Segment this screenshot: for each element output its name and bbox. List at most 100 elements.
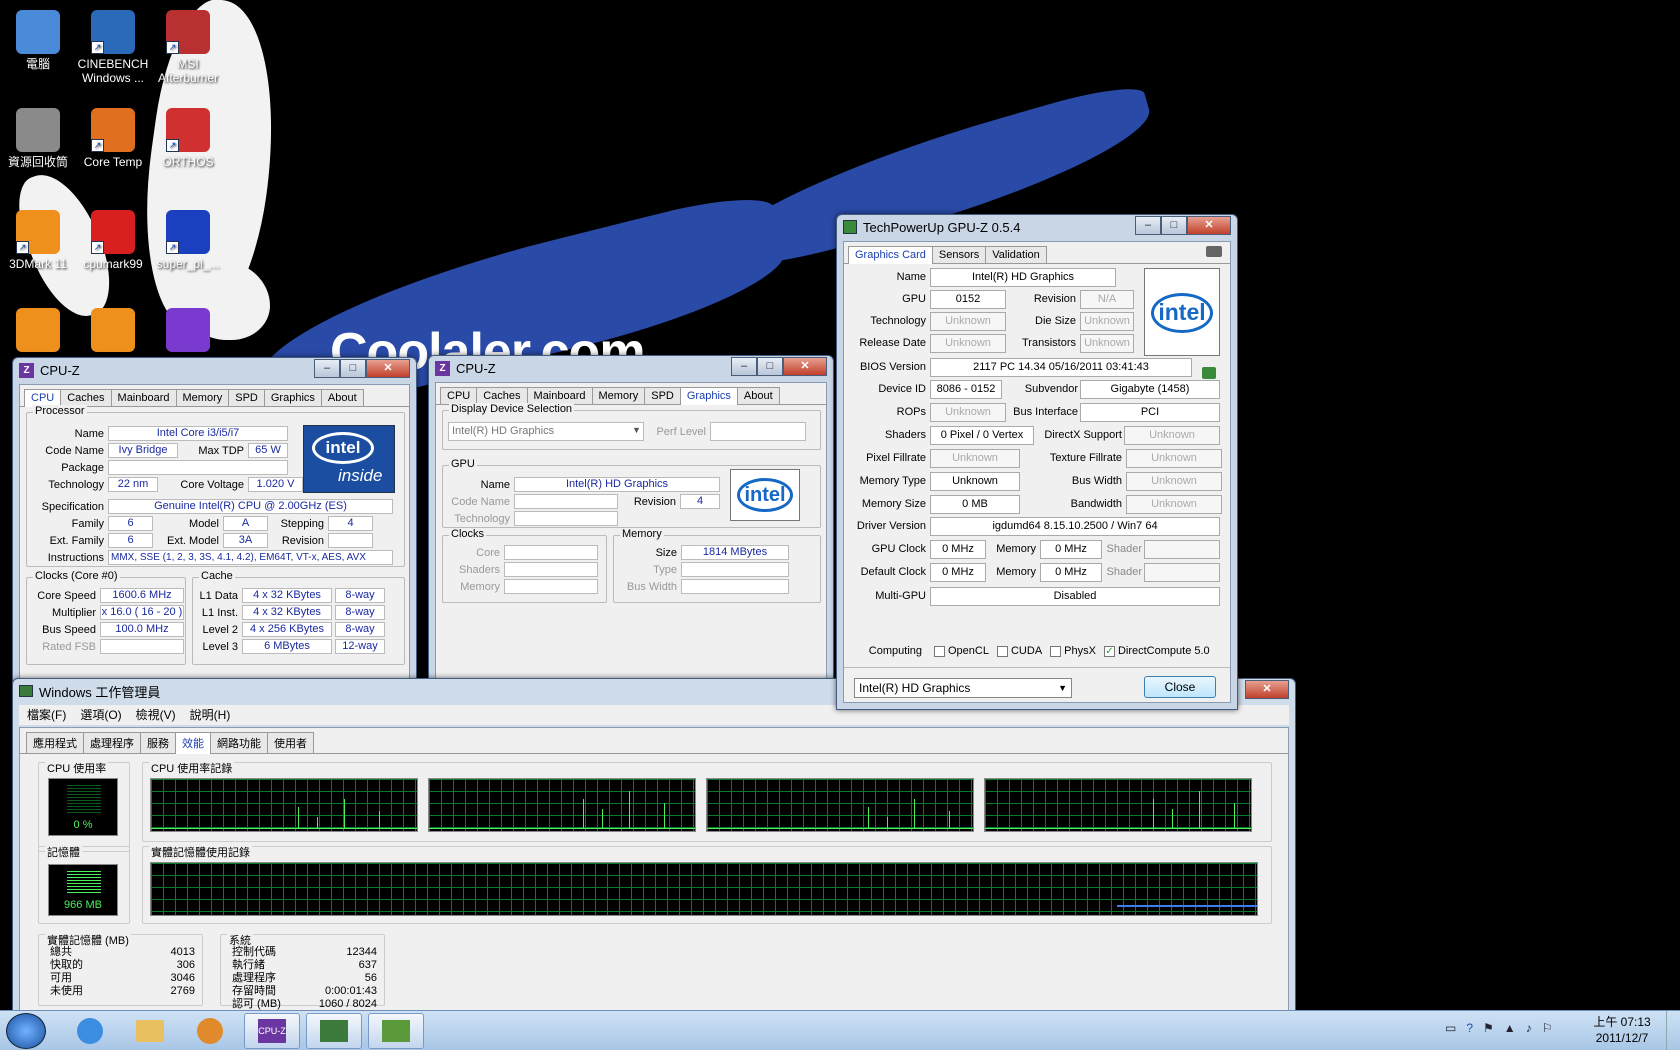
bios-save-icon[interactable] (1202, 367, 1216, 379)
tab-4[interactable]: SPD (228, 389, 265, 406)
volume-icon[interactable]: ♪ (1526, 1021, 1532, 1035)
tab-4[interactable]: 網路功能 (210, 732, 268, 753)
clock[interactable]: 上午 07:13 2011/12/7 (1586, 1014, 1658, 1046)
tab-0[interactable]: 應用程式 (26, 732, 84, 753)
maximize-button[interactable]: □ (1161, 216, 1187, 235)
media-player-icon[interactable] (182, 1013, 238, 1049)
cpuz-graphics-window[interactable]: Z CPU-Z – □ ✕ CPU Caches Mainboard Memory SPD G… (428, 355, 834, 687)
internet-explorer-icon[interactable] (62, 1013, 118, 1049)
memory-group-label: Memory (620, 528, 664, 540)
shaders-value: 0 Pixel / 0 Vertex (930, 426, 1034, 445)
tab-2[interactable]: Mainboard (110, 389, 177, 406)
menu-item[interactable]: 檢視(V) (136, 705, 176, 725)
close-button[interactable]: Close (1144, 676, 1216, 698)
desktop-icon[interactable] (75, 308, 151, 355)
tab-1[interactable]: Caches (476, 387, 528, 404)
driver-label: Driver Version (856, 520, 926, 532)
texturefill-label: Texture Fillrate (1049, 452, 1122, 464)
tab-2[interactable]: Mainboard (526, 387, 593, 404)
close-button[interactable]: ✕ (1187, 216, 1231, 235)
tab-4[interactable]: SPD (644, 387, 681, 404)
technology-label: Technology (870, 315, 926, 327)
camera-icon[interactable] (1206, 246, 1222, 257)
show-hidden-icons-icon[interactable]: ▲ (1504, 1021, 1516, 1035)
gpu-device-select[interactable]: Intel(R) HD Graphics ▼ (854, 678, 1072, 698)
display-device-select[interactable]: Intel(R) HD Graphics (448, 422, 644, 441)
tab-5[interactable]: Graphics (679, 387, 738, 405)
cuda-checkbox[interactable]: CUDA (996, 645, 1042, 657)
desktop-icon[interactable]: ↗ CINEBENCH Windows ... (75, 10, 151, 85)
directx-value: Unknown (1124, 426, 1220, 445)
desktop-icon[interactable]: ↗ 3DMark 11 (0, 210, 76, 271)
tab-1[interactable]: 處理程序 (83, 732, 141, 753)
task-manager-window[interactable]: Windows 工作管理員 ✕ 檔案(F) 選項(O) 檢視(V) 說明(H) 應用程… (12, 678, 1296, 1018)
network-icon[interactable]: ▭ (1445, 1021, 1456, 1035)
tab-6[interactable]: About (320, 389, 364, 406)
stat-label: 執行緒 (232, 959, 265, 971)
maximize-button[interactable]: □ (757, 357, 783, 376)
start-button[interactable] (6, 1013, 46, 1049)
maximize-button[interactable]: □ (340, 359, 366, 378)
desktop-icon[interactable]: ↗ Core Temp (75, 108, 151, 169)
flag-icon[interactable]: ⚐ (1542, 1021, 1553, 1035)
directcompute-checkbox[interactable]: ✓ DirectCompute 5.0 (1103, 645, 1210, 657)
file-explorer-icon[interactable] (122, 1013, 178, 1049)
menu-item[interactable]: 檔案(F) (27, 705, 66, 725)
desktop-icon[interactable] (150, 308, 226, 355)
desktop-icon[interactable]: 電腦 (0, 10, 76, 71)
intel-logo-text: intel (1151, 293, 1213, 333)
cpuz-taskbar-button[interactable]: CPU-Z (244, 1013, 300, 1049)
desktop-icon-label: super_pi_... (156, 257, 220, 271)
cpuz-title-bar[interactable]: Z CPU-Z – □ ✕ (13, 358, 416, 382)
desktop-icon[interactable]: 資源回收筒 (0, 108, 76, 169)
codename-value: Ivy Bridge (108, 443, 178, 458)
cpu-core-history-graph (984, 778, 1252, 832)
tab-3[interactable]: Memory (591, 387, 646, 404)
gpuz-window[interactable]: TechPowerUp GPU-Z 0.5.4 – □ ✕ Graphics Car… (836, 214, 1238, 710)
opencl-checkbox[interactable]: OpenCL (934, 645, 989, 657)
cpumark-icon: ↗ (91, 210, 135, 254)
close-button[interactable]: ✕ (366, 359, 410, 378)
help-icon[interactable]: ? (1466, 1021, 1473, 1035)
gpuz-title-bar[interactable]: TechPowerUp GPU-Z 0.5.4 – □ ✕ (837, 215, 1237, 239)
minimize-button[interactable]: – (731, 357, 757, 376)
desktop-icon[interactable]: ↗ ORTHOS (150, 108, 226, 169)
desktop-icon[interactable]: ↗ MSI Afterburner (150, 10, 226, 85)
tab-2[interactable]: Validation (985, 246, 1047, 263)
gpuz-taskbar-button[interactable] (368, 1013, 424, 1049)
perf-level-select[interactable] (710, 422, 806, 441)
cpu-spike (298, 807, 299, 829)
tab-5[interactable]: 使用者 (267, 732, 314, 753)
desktop-icon[interactable] (0, 308, 76, 355)
desktop-icon-label: cpumark99 (83, 257, 143, 271)
cpu-spike (914, 799, 915, 829)
minimize-button[interactable]: – (1135, 216, 1161, 235)
tab-0[interactable]: CPU (440, 387, 478, 404)
stepping-label: Stepping (280, 517, 324, 530)
cpu-usage-line (429, 828, 695, 829)
menu-item[interactable]: 說明(H) (190, 705, 231, 725)
tab-5[interactable]: Graphics (263, 389, 322, 406)
action-center-icon[interactable]: ⚑ (1483, 1021, 1494, 1035)
tab-0[interactable]: Graphics Card (848, 246, 933, 264)
cpuz-cpu-window[interactable]: Z CPU-Z – □ ✕ CPU Caches Mainboard Memory SPD G… (12, 357, 417, 687)
show-desktop-button[interactable] (1666, 1011, 1680, 1050)
desktop-icon[interactable]: ↗ cpumark99 (75, 210, 151, 271)
minimize-button[interactable]: – (314, 359, 340, 378)
stat-label: 快取的 (50, 959, 83, 971)
close-button[interactable]: ✕ (783, 357, 827, 376)
menu-item[interactable]: 選項(O) (80, 705, 121, 725)
name-label: Name (480, 478, 510, 491)
tab-2[interactable]: 服務 (140, 732, 176, 753)
tab-1[interactable]: Sensors (931, 246, 987, 263)
tab-6[interactable]: About (736, 387, 780, 404)
tab-1[interactable]: Caches (60, 389, 112, 406)
tab-3[interactable]: 效能 (175, 732, 211, 754)
task-manager-taskbar-button[interactable] (306, 1013, 362, 1049)
close-button[interactable]: ✕ (1245, 680, 1289, 699)
desktop-icon[interactable]: ↗ super_pi_... (150, 210, 226, 271)
physx-checkbox[interactable]: PhysX (1050, 645, 1096, 657)
tab-3[interactable]: Memory (175, 389, 230, 406)
cpuz-title-bar[interactable]: Z CPU-Z – □ ✕ (429, 356, 833, 380)
multigpu-label: Multi-GPU (875, 590, 926, 602)
